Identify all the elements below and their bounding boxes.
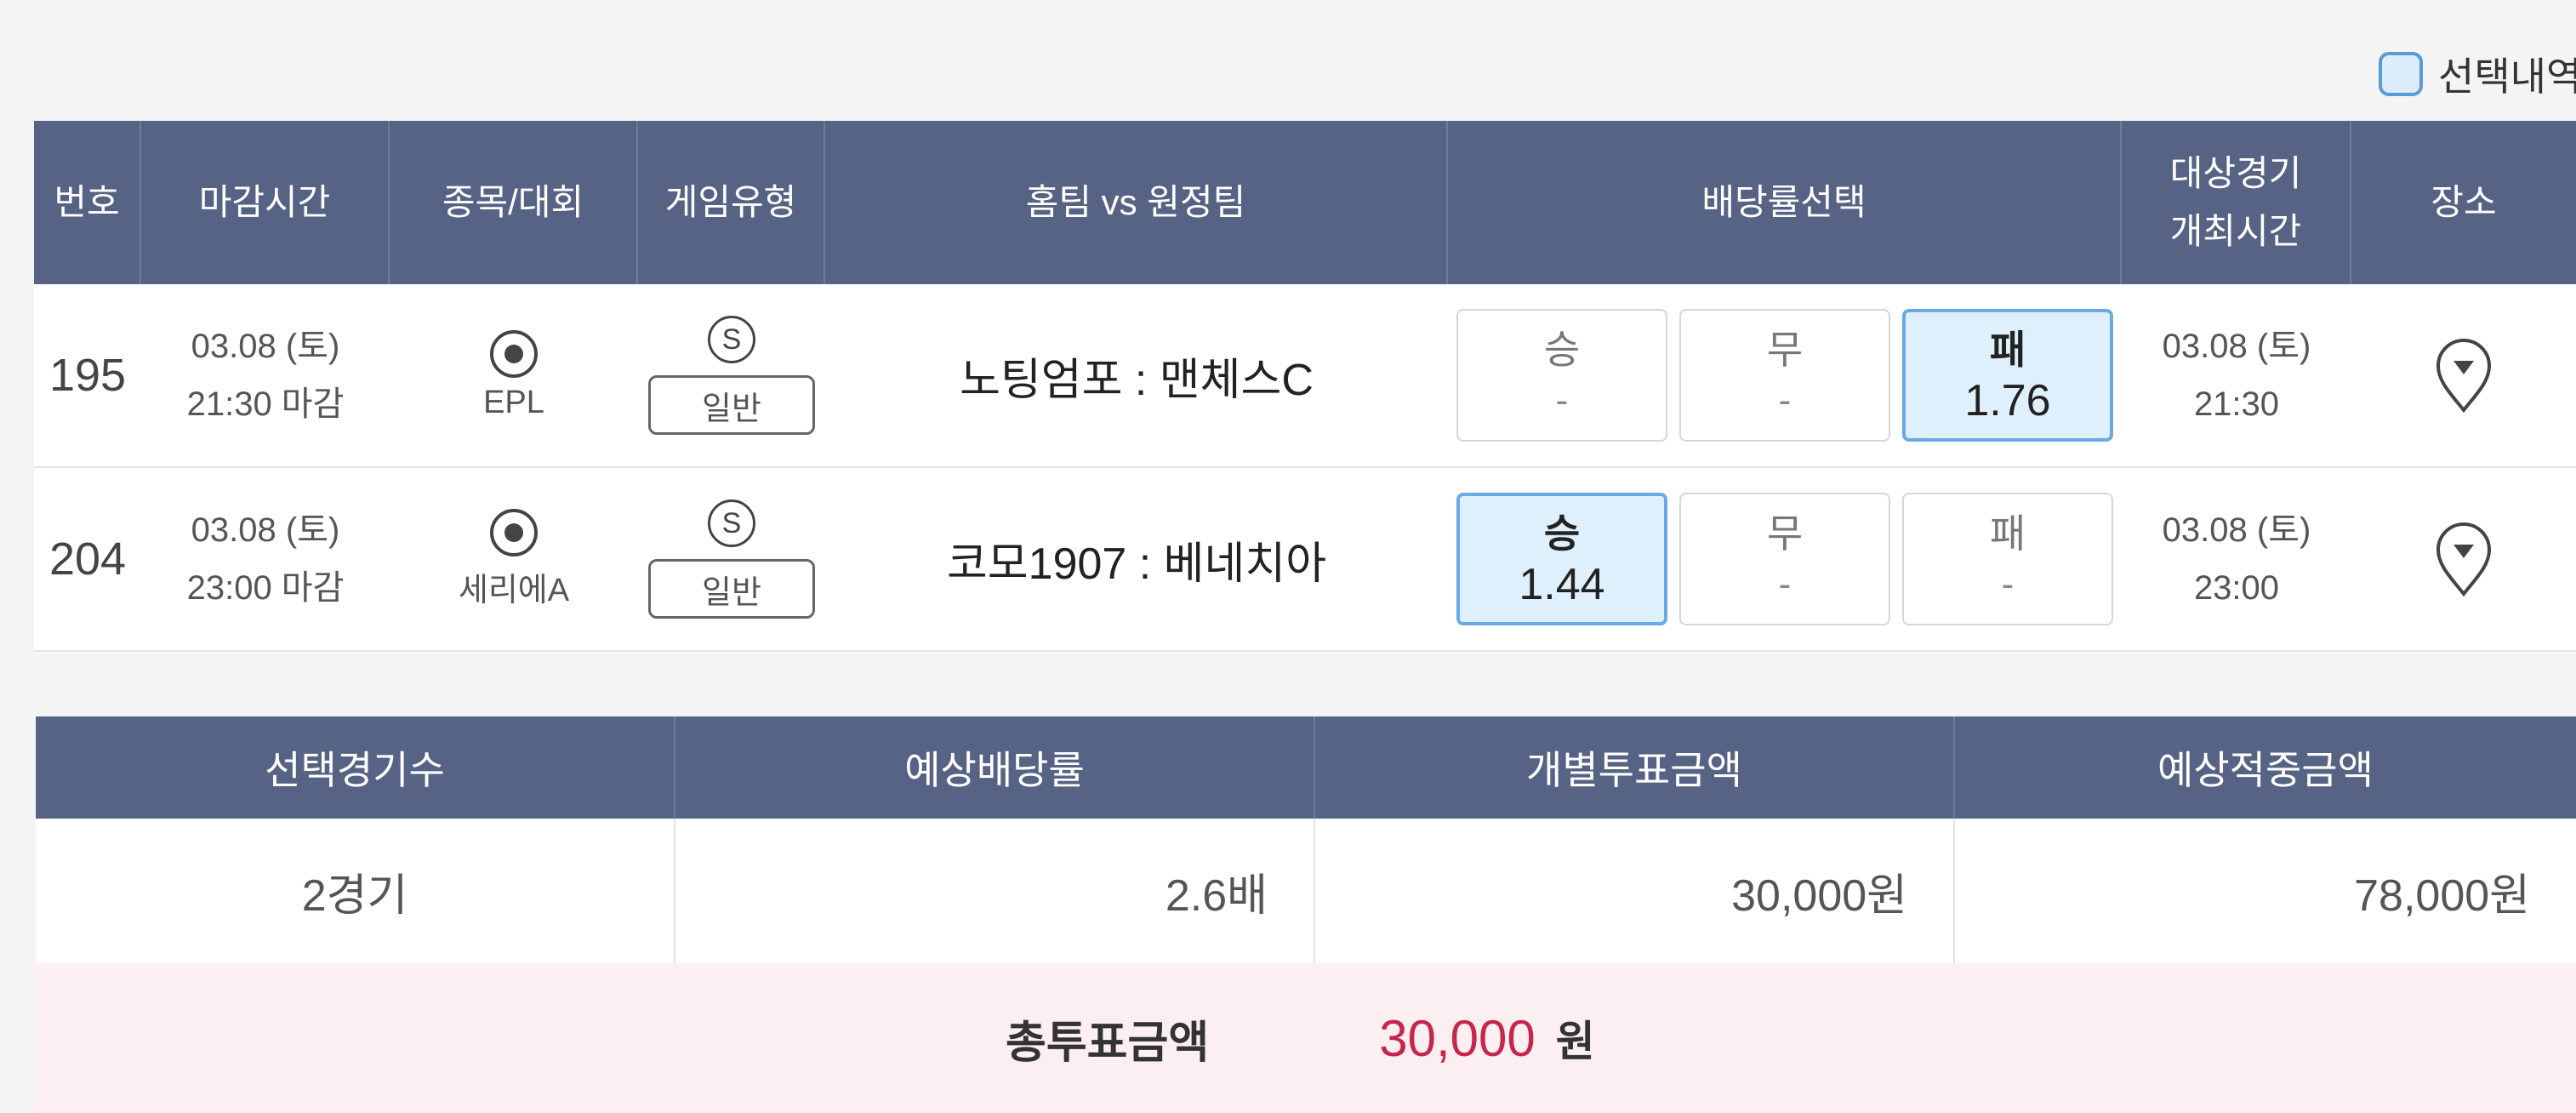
header-sport: 종목/대회 <box>390 121 638 284</box>
odd-value: 1.76 <box>1964 376 2051 425</box>
deadline-date: 03.08 (토) <box>191 511 340 549</box>
odd-win-button[interactable]: 승 - <box>1456 309 1667 442</box>
odd-value: - <box>1778 380 1792 421</box>
game-type-cell: S 일반 <box>638 284 825 466</box>
match-teams: 노팅엄포 : 맨체스C <box>960 355 1314 405</box>
venue-cell <box>2351 284 2576 466</box>
sport-cell: EPL <box>390 284 638 466</box>
game-type-button[interactable]: 일반 <box>648 375 815 435</box>
soccer-ball-icon <box>490 508 538 556</box>
deadline-time: 23:00 마감 <box>186 569 345 607</box>
odd-value: - <box>1778 563 1792 605</box>
summary-stake: 30,000원 <box>1315 819 1955 963</box>
odd-label: 승 <box>1543 328 1581 372</box>
odd-label: 패 <box>1989 511 2026 556</box>
deadline-time: 21:30 마감 <box>186 385 345 423</box>
odd-label: 승 <box>1543 511 1581 556</box>
summary-values: 2경기 2.6배 30,000원 78,000원 <box>36 819 2576 963</box>
row-number: 195 <box>48 350 127 401</box>
selection-toggle[interactable]: 선택내역 <box>2379 46 2576 102</box>
odd-loss-button[interactable]: 패 - <box>1902 493 2113 625</box>
total-bar: 총투표금액 30,000 원 <box>36 963 2576 1113</box>
venue-cell <box>2351 468 2576 650</box>
summary-header-count: 선택경기수 <box>36 716 675 819</box>
header-teams: 홈팀 vs 원정팀 <box>825 121 1448 284</box>
header-no: 번호 <box>34 121 141 284</box>
event-date: 03.08 (토) <box>2162 511 2311 549</box>
event-time: 03.08 (토) 23:00 <box>2122 468 2351 650</box>
header-target-time: 대상경기 개최시간 <box>2122 121 2351 284</box>
table-row: 195 03.08 (토) 21:30 마감 EPL S 일반 노팅엄포 : 맨… <box>34 284 2576 468</box>
header-target-line1: 대상경기 <box>2169 153 2302 193</box>
odd-win-button[interactable]: 승 1.44 <box>1456 493 1667 625</box>
deadline-date: 03.08 (토) <box>191 328 340 365</box>
odds-cell: 승 1.44 무 - 패 - <box>1448 468 2122 650</box>
event-date: 03.08 (토) <box>2162 328 2311 365</box>
odd-label: 패 <box>1989 328 2026 372</box>
selection-checkbox[interactable] <box>2379 52 2423 96</box>
deadline: 03.08 (토) 23:00 마감 <box>141 468 390 650</box>
summary-count: 2경기 <box>36 819 675 963</box>
s-circle-icon: S <box>708 316 755 363</box>
game-type-cell: S 일반 <box>638 468 825 650</box>
odd-value: 1.44 <box>1519 560 1605 609</box>
total-unit: 원 <box>1555 1018 1595 1065</box>
league-name: 세리에A <box>458 572 570 608</box>
summary-odds: 2.6배 <box>675 819 1315 963</box>
event-hour: 21:30 <box>2193 385 2280 423</box>
s-circle-icon: S <box>708 499 755 547</box>
soccer-ball-icon <box>490 329 538 378</box>
odd-label: 무 <box>1766 328 1804 372</box>
header-game-type: 게임유형 <box>638 121 825 284</box>
row-number: 204 <box>48 534 127 585</box>
bet-summary: 선택경기수 예상배당률 개별투표금액 예상적중금액 2경기 2.6배 30,00… <box>36 716 2576 1113</box>
game-type-button[interactable]: 일반 <box>648 559 815 619</box>
total-value: 30,000 <box>1379 1009 1536 1067</box>
header-target-line2: 개최시간 <box>2169 211 2302 251</box>
odds-cell: 승 - 무 - 패 1.76 <box>1448 284 2122 466</box>
table-row: 204 03.08 (토) 23:00 마감 세리에A S 일반 코모1907 … <box>34 468 2576 652</box>
deadline: 03.08 (토) 21:30 마감 <box>141 284 390 466</box>
odd-value: - <box>2001 563 2015 605</box>
header-venue: 장소 <box>2431 182 2497 222</box>
odd-label: 무 <box>1766 511 1804 556</box>
header-deadline: 마감시간 <box>141 121 390 284</box>
total-label: 총투표금액 <box>1006 1018 1210 1068</box>
event-time: 03.08 (토) 21:30 <box>2122 284 2351 466</box>
summary-payout: 78,000원 <box>2354 870 2530 921</box>
summary-header: 선택경기수 예상배당률 개별투표금액 예상적중금액 <box>36 716 2576 819</box>
odd-loss-button[interactable]: 패 1.76 <box>1902 309 2113 442</box>
summary-header-payout: 예상적중금액 <box>2157 748 2374 792</box>
league-name: EPL <box>483 384 544 420</box>
summary-header-odds: 예상배당률 <box>675 716 1315 819</box>
odd-value: - <box>1555 380 1569 421</box>
selection-label: 선택내역 <box>2438 54 2576 99</box>
match-teams: 코모1907 : 베네치아 <box>946 539 1327 589</box>
match-table-header: 번호 마감시간 종목/대회 게임유형 홈팀 vs 원정팀 배당률선택 대상경기 … <box>34 121 2576 284</box>
header-odds: 배당률선택 <box>1448 121 2122 284</box>
event-hour: 23:00 <box>2193 569 2280 607</box>
map-pin-icon[interactable] <box>2433 521 2494 597</box>
odd-draw-button[interactable]: 무 - <box>1679 493 1890 625</box>
odd-draw-button[interactable]: 무 - <box>1679 309 1890 442</box>
map-pin-icon[interactable] <box>2433 337 2494 414</box>
match-table: 번호 마감시간 종목/대회 게임유형 홈팀 vs 원정팀 배당률선택 대상경기 … <box>34 121 2576 652</box>
summary-header-stake: 개별투표금액 <box>1315 716 1955 819</box>
sport-cell: 세리에A <box>390 468 638 650</box>
